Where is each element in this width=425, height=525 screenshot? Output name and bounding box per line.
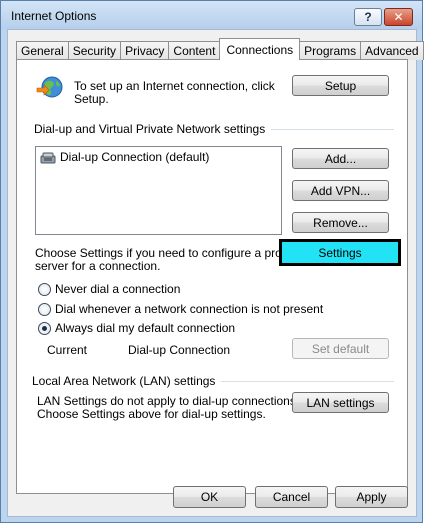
radio-always-dial[interactable]: Always dial my default connection — [38, 321, 235, 335]
add-vpn-button[interactable]: Add VPN... — [292, 180, 389, 201]
setup-button[interactable]: Setup — [292, 75, 389, 96]
tab-label: Privacy — [125, 44, 165, 58]
dialup-section-title: Dial-up and Virtual Private Network sett… — [34, 122, 394, 136]
radio-never-dial[interactable]: Never dial a connection — [38, 282, 180, 296]
setup-text-line2: Setup. — [74, 92, 109, 106]
close-icon: ✕ — [393, 10, 404, 24]
lan-section-title: Local Area Network (LAN) settings — [32, 374, 394, 388]
section-divider — [271, 128, 394, 130]
tab-programs[interactable]: Programs — [299, 41, 362, 60]
settings-button-label: Settings — [318, 245, 362, 260]
tab-label: Content — [173, 44, 216, 58]
settings-button[interactable]: Settings — [279, 239, 401, 266]
proxy-text-line2: server for a connection. — [35, 259, 161, 273]
tab-content[interactable]: Content — [168, 41, 221, 60]
section-divider — [221, 380, 394, 382]
radio-button[interactable] — [38, 302, 51, 316]
connection-list[interactable]: Dial-up Connection (default) — [35, 146, 282, 235]
ok-button[interactable]: OK — [173, 486, 246, 508]
tab-security[interactable]: Security — [67, 41, 122, 60]
title-bar[interactable]: Internet Options ? ✕ — [1, 1, 422, 29]
set-default-button-label: Set default — [311, 341, 370, 356]
add-vpn-button-label: Add VPN... — [310, 183, 371, 198]
tab-label: General — [21, 44, 64, 58]
list-item[interactable]: Dial-up Connection (default) — [40, 150, 209, 164]
tab-label: Advanced — [365, 44, 419, 58]
globe-network-icon — [36, 76, 63, 98]
radio-button-selected[interactable] — [38, 321, 51, 335]
tab-label: Programs — [304, 44, 357, 58]
radio-selected-dot — [42, 325, 47, 331]
lan-text-line2: Choose Settings above for dial-up settin… — [37, 407, 266, 421]
ok-button-label: OK — [200, 490, 219, 504]
tab-general[interactable]: General — [16, 41, 69, 60]
add-button[interactable]: Add... — [292, 148, 389, 169]
tab-privacy[interactable]: Privacy — [120, 41, 170, 60]
radio-label: Always dial my default connection — [55, 321, 236, 335]
connections-panel: To set up an Internet connection, click … — [16, 59, 408, 494]
help-icon: ? — [364, 10, 372, 24]
radio-label: Never dial a connection — [55, 282, 181, 296]
add-button-label: Add... — [324, 151, 357, 166]
help-button[interactable]: ? — [354, 8, 382, 26]
apply-button-label: Apply — [356, 490, 387, 504]
setup-button-label: Setup — [324, 78, 357, 93]
lan-settings-button-label: LAN settings — [306, 395, 375, 410]
internet-options-window: Internet Options ? ✕ General Security Pr… — [0, 0, 424, 523]
set-default-button[interactable]: Set default — [292, 338, 389, 359]
remove-button[interactable]: Remove... — [292, 212, 389, 233]
radio-dial-when-needed[interactable]: Dial whenever a network connection is no… — [38, 302, 323, 316]
current-label: Current — [47, 343, 88, 357]
window-title: Internet Options — [11, 9, 97, 23]
lan-section-label: Local Area Network (LAN) settings — [32, 374, 216, 388]
apply-button[interactable]: Apply — [335, 486, 408, 508]
cancel-button-label: Cancel — [272, 490, 311, 504]
radio-button[interactable] — [38, 282, 51, 296]
dialup-connection-icon — [40, 152, 56, 164]
dialog-body: General Security Privacy Content Connect… — [7, 29, 424, 517]
list-item-label: Dial-up Connection (default) — [60, 150, 210, 164]
tab-strip: General Security Privacy Content Connect… — [16, 38, 424, 60]
remove-button-label: Remove... — [313, 215, 368, 230]
radio-label: Dial whenever a network connection is no… — [55, 302, 324, 316]
current-connection-value: Dial-up Connection — [128, 343, 231, 357]
tab-label: Security — [72, 44, 117, 58]
tab-label: Connections — [226, 42, 294, 57]
close-button[interactable]: ✕ — [384, 8, 413, 26]
lan-settings-button[interactable]: LAN settings — [292, 392, 389, 413]
tab-connections[interactable]: Connections — [219, 38, 301, 60]
tab-advanced[interactable]: Advanced — [360, 41, 424, 60]
dialup-section-label: Dial-up and Virtual Private Network sett… — [34, 122, 266, 136]
cancel-button[interactable]: Cancel — [255, 486, 328, 508]
